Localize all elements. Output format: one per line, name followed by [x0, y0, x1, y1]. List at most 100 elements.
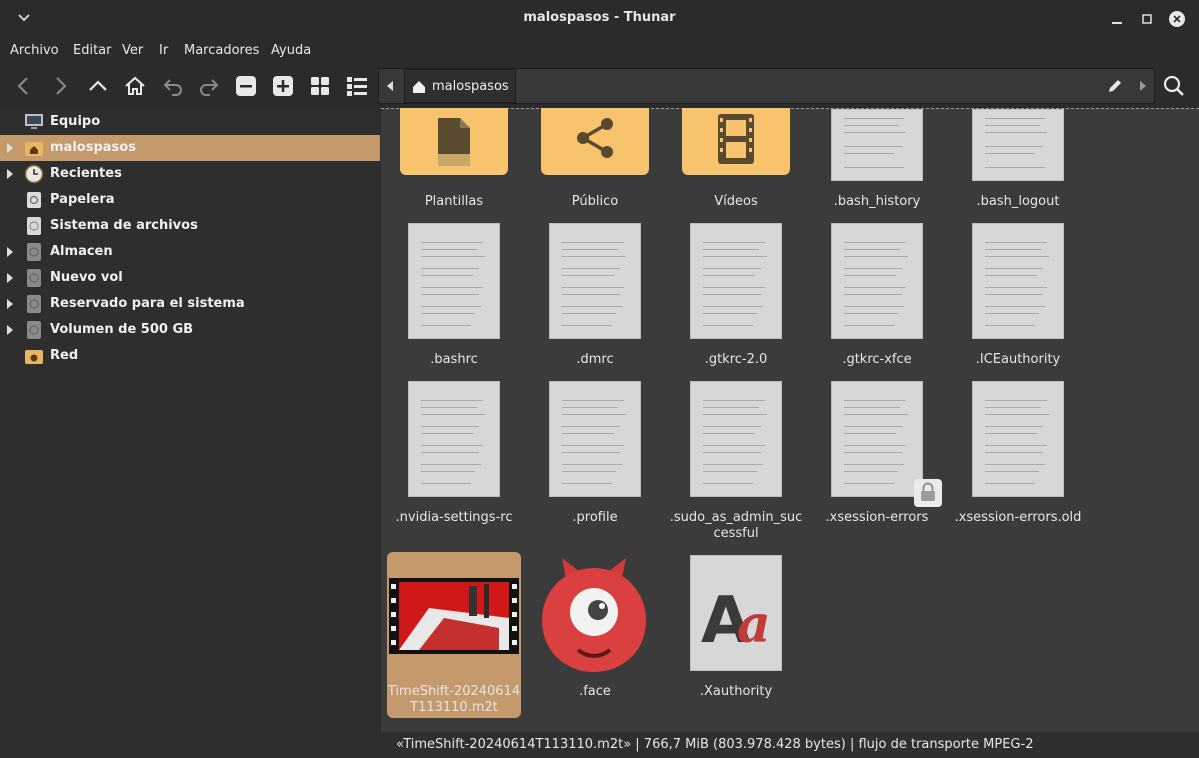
file-item-xauthority[interactable]: .Xauthority: [669, 684, 803, 700]
drive-icon: [27, 321, 41, 339]
sidebar-item-label: Reservado para el sistema: [50, 296, 245, 311]
templates-folder-icon[interactable]: [400, 108, 508, 175]
trash-icon: [27, 192, 41, 208]
maximize-icon[interactable]: [1136, 8, 1158, 30]
list-view-icon[interactable]: [345, 74, 369, 98]
file-item-publico[interactable]: Público: [528, 194, 662, 210]
text-file-icon[interactable]: [831, 381, 923, 497]
edit-location-icon[interactable]: [1106, 77, 1124, 95]
sidebar-item-label: Almacen: [50, 244, 113, 259]
file-item-bash-history[interactable]: .bash_history: [810, 194, 944, 210]
sidebar-item-label: malospasos: [50, 140, 136, 155]
text-file-icon[interactable]: [831, 109, 923, 181]
close-icon[interactable]: [1166, 8, 1188, 30]
zoom-out-icon[interactable]: [234, 74, 258, 98]
file-item-gtkrc-2-0[interactable]: .gtkrc-2.0: [669, 352, 803, 368]
video-thumbnail-icon: [389, 578, 519, 654]
text-file-icon[interactable]: [549, 381, 641, 497]
menu-ver[interactable]: Ver: [122, 43, 143, 58]
file-item-gtkrc-xfce[interactable]: .gtkrc-xfce: [810, 352, 944, 368]
drive-icon: [27, 243, 41, 261]
expander-icon[interactable]: [7, 273, 13, 283]
sidebar-item-label: Recientes: [50, 166, 122, 181]
computer-icon: [25, 114, 43, 129]
drive-icon: [27, 295, 41, 313]
up-icon[interactable]: [86, 74, 110, 98]
file-item-videos[interactable]: Vídeos: [669, 194, 803, 210]
redo-icon[interactable]: [197, 74, 221, 98]
text-file-icon[interactable]: [690, 381, 782, 497]
sidebar-item-almacen[interactable]: Almacen: [0, 239, 380, 265]
minimize-icon[interactable]: [1106, 8, 1128, 30]
text-file-icon[interactable]: [831, 223, 923, 339]
file-item-bash-logout[interactable]: .bash_logout: [951, 194, 1085, 210]
back-icon[interactable]: [12, 74, 36, 98]
text-file-icon[interactable]: [690, 223, 782, 339]
expander-icon[interactable]: [7, 143, 13, 153]
text-file-icon[interactable]: [972, 223, 1064, 339]
lock-icon: [914, 479, 942, 507]
expander-icon[interactable]: [7, 325, 13, 335]
breadcrumb-label: malospasos: [432, 79, 509, 94]
sidebar-item-label: Sistema de archivos: [50, 218, 198, 233]
home-icon[interactable]: [123, 74, 147, 98]
forward-icon[interactable]: [48, 74, 72, 98]
menu-marcadores[interactable]: Marcadores: [184, 43, 259, 58]
status-bar: «TimeShift-20240614T113110.m2t» | 766,7 …: [381, 732, 1199, 758]
icon-view-icon[interactable]: [308, 74, 332, 98]
menu-editar[interactable]: Editar: [73, 43, 112, 58]
expander-icon[interactable]: [7, 169, 13, 179]
text-file-icon[interactable]: [549, 223, 641, 339]
file-item-xsession-errors[interactable]: .xsession-errors: [810, 510, 944, 526]
file-item-profile[interactable]: .profile: [528, 510, 662, 526]
sidebar-item-malospasos[interactable]: malospasos: [0, 135, 380, 161]
undo-icon[interactable]: [161, 74, 185, 98]
sidebar-item-sistema-de-archivos[interactable]: Sistema de archivos: [0, 213, 380, 239]
search-icon[interactable]: [1162, 74, 1186, 98]
sidebar-item-label: Equipo: [50, 114, 101, 129]
file-item-bashrc[interactable]: .bashrc: [387, 352, 521, 368]
path-scroll-right-icon[interactable]: [1136, 78, 1150, 94]
expander-icon[interactable]: [7, 299, 13, 309]
sidebar-item-label: Red: [50, 348, 79, 363]
window-title: malospasos - Thunar: [523, 10, 676, 25]
sidebar-item-recientes[interactable]: Recientes: [0, 161, 380, 187]
file-item-plantillas[interactable]: Plantillas: [387, 194, 521, 210]
text-file-icon[interactable]: [408, 381, 500, 497]
file-item-iceauthority[interactable]: .ICEauthority: [951, 352, 1085, 368]
file-item-sudo-as-admin-successful[interactable]: .sudo_as_admin_suc cessful: [669, 510, 803, 542]
menu-ayuda[interactable]: Ayuda: [271, 43, 311, 58]
file-item-timeshift-video[interactable]: TimeShift-20240614 T113110.m2t: [387, 552, 521, 718]
menu-bar: Archivo Editar Ver Ir Marcadores Ayuda: [0, 36, 1199, 64]
text-file-icon[interactable]: [408, 223, 500, 339]
sidebar-item-papelera[interactable]: Papelera: [0, 187, 380, 213]
file-item-nvidia-settings-rc[interactable]: .nvidia-settings-rc: [387, 510, 521, 526]
path-scroll-left-icon[interactable]: [383, 78, 397, 94]
text-file-icon[interactable]: [972, 381, 1064, 497]
network-folder-icon: [25, 350, 43, 364]
video-folder-icon[interactable]: [682, 108, 790, 175]
sidebar-item-label: Papelera: [50, 192, 115, 207]
expander-icon[interactable]: [7, 247, 13, 257]
home-icon: [413, 81, 425, 93]
font-file-icon[interactable]: Aa: [690, 555, 782, 671]
menu-ir[interactable]: Ir: [159, 43, 168, 58]
zoom-in-icon[interactable]: [271, 74, 295, 98]
share-folder-icon[interactable]: [541, 108, 649, 175]
clock-icon: [24, 164, 44, 184]
file-item-dmrc[interactable]: .dmrc: [528, 352, 662, 368]
sidebar-item-volumen-500gb[interactable]: Volumen de 500 GB: [0, 317, 380, 343]
status-text: «TimeShift-20240614T113110.m2t» | 766,7 …: [396, 737, 1034, 752]
sidebar-item-red[interactable]: Red: [0, 343, 380, 369]
sidebar-item-label: Nuevo vol: [50, 270, 123, 285]
text-file-icon[interactable]: [972, 109, 1064, 181]
file-item-face[interactable]: .face: [528, 684, 662, 700]
sidebar-item-equipo[interactable]: Equipo: [0, 109, 380, 135]
sidebar-item-nuevo-vol[interactable]: Nuevo vol: [0, 265, 380, 291]
svg-text:a: a: [737, 594, 771, 650]
face-avatar-icon[interactable]: [536, 556, 652, 674]
file-item-xsession-errors-old[interactable]: .xsession-errors.old: [951, 510, 1085, 526]
menu-archivo[interactable]: Archivo: [10, 43, 59, 58]
drive-icon: [27, 217, 41, 235]
sidebar-item-reservado[interactable]: Reservado para el sistema: [0, 291, 380, 317]
